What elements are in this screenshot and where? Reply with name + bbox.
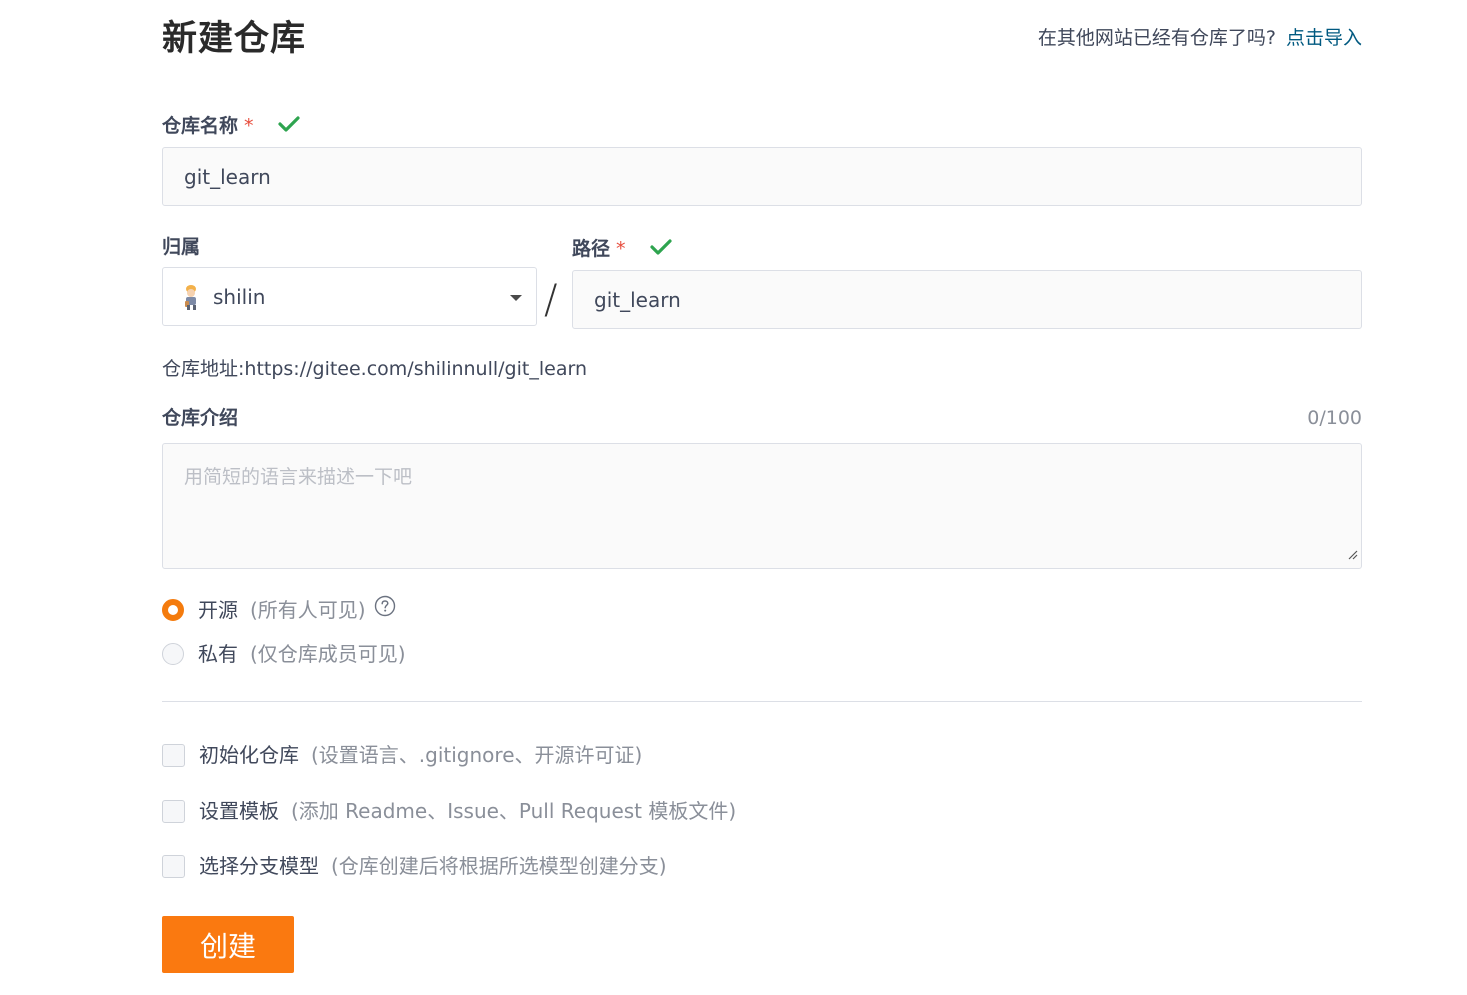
repo-address-url: https://gitee.com/shilinnull/git_learn bbox=[244, 358, 587, 380]
repo-address-label: 仓库地址: bbox=[162, 358, 245, 380]
repo-address: 仓库地址:https://gitee.com/shilinnull/git_le… bbox=[162, 355, 587, 383]
path-input[interactable]: git_learn bbox=[572, 270, 1362, 329]
page-title: 新建仓库 bbox=[162, 19, 307, 59]
required-mark: * bbox=[244, 115, 254, 137]
description-placeholder: 用简短的语言来描述一下吧 bbox=[184, 466, 413, 488]
path-separator: / bbox=[544, 277, 558, 323]
radio-private[interactable] bbox=[162, 643, 184, 665]
path-label-text: 路径 bbox=[572, 238, 611, 260]
option-branch-model-hint: (仓库创建后将根据所选模型创建分支) bbox=[331, 854, 667, 878]
visibility-private-label: 私有 bbox=[198, 642, 238, 666]
visibility-public-label: 开源 bbox=[198, 597, 238, 622]
required-mark: * bbox=[616, 238, 626, 260]
visibility-private-hint: (仅仓库成员可见) bbox=[250, 642, 406, 666]
option-branch-model-label: 选择分支模型 bbox=[199, 854, 319, 878]
owner-select[interactable]: shilin bbox=[162, 267, 537, 326]
visibility-public[interactable]: 开源 (所有人可见) bbox=[162, 595, 396, 624]
description-label: 仓库介绍 bbox=[162, 407, 239, 429]
description-textarea[interactable]: 用简短的语言来描述一下吧 bbox=[162, 443, 1362, 569]
option-branch-model[interactable]: 选择分支模型 (仓库创建后将根据所选模型创建分支) bbox=[162, 852, 667, 880]
avatar-icon bbox=[181, 283, 201, 311]
option-init-repo-hint: (设置语言、.gitignore、开源许可证) bbox=[311, 743, 643, 767]
check-icon bbox=[650, 237, 672, 263]
check-icon bbox=[278, 114, 300, 140]
checkbox-init-repo[interactable] bbox=[162, 743, 185, 767]
create-button[interactable]: 创建 bbox=[162, 916, 294, 973]
radio-public[interactable] bbox=[162, 598, 184, 621]
import-link[interactable]: 点击导入 bbox=[1286, 27, 1362, 49]
visibility-public-hint: (所有人可见) bbox=[250, 597, 366, 622]
owner-value: shilin bbox=[213, 284, 266, 309]
option-templates-hint: (添加 Readme、Issue、Pull Request 模板文件) bbox=[291, 799, 737, 823]
chevron-down-icon bbox=[510, 295, 522, 301]
option-init-repo[interactable]: 初始化仓库 (设置语言、.gitignore、开源许可证) bbox=[162, 741, 642, 769]
repo-name-label-text: 仓库名称 bbox=[162, 115, 239, 137]
repo-name-input[interactable]: git_learn bbox=[162, 147, 1362, 206]
path-label: 路径 * bbox=[572, 236, 672, 263]
option-init-repo-label: 初始化仓库 bbox=[199, 743, 299, 767]
option-templates-label: 设置模板 bbox=[199, 799, 279, 823]
divider bbox=[162, 701, 1362, 702]
checkbox-templates[interactable] bbox=[162, 799, 185, 823]
visibility-private[interactable]: 私有 (仅仓库成员可见) bbox=[162, 640, 406, 668]
import-hint: 在其他网站已经有仓库了吗? 点击导入 bbox=[1038, 24, 1362, 52]
description-counter: 0/100 bbox=[1307, 407, 1362, 429]
import-hint-text: 在其他网站已经有仓库了吗? bbox=[1037, 27, 1276, 49]
repo-name-label: 仓库名称 * bbox=[162, 113, 300, 140]
path-value: git_learn bbox=[594, 287, 681, 312]
checkbox-branch-model[interactable] bbox=[162, 854, 185, 878]
owner-label: 归属 bbox=[162, 236, 201, 258]
question-circle-icon[interactable] bbox=[374, 595, 396, 624]
resize-grip-icon[interactable] bbox=[1346, 543, 1358, 565]
repo-name-value: git_learn bbox=[184, 164, 271, 189]
option-templates[interactable]: 设置模板 (添加 Readme、Issue、Pull Request 模板文件) bbox=[162, 797, 736, 825]
